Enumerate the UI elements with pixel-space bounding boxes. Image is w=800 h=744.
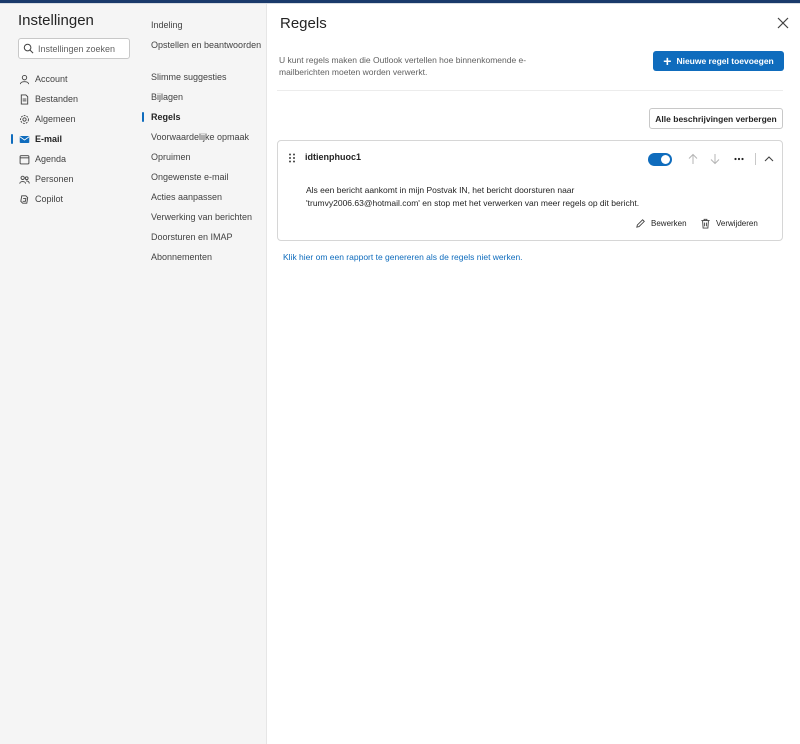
arrow-up-icon[interactable] — [687, 153, 699, 165]
nav-item-label: Copilot — [35, 194, 64, 204]
settings-title: Instellingen — [18, 12, 94, 29]
rule-enabled-toggle[interactable] — [648, 153, 672, 166]
settings-search-input[interactable] — [38, 43, 128, 54]
nav-item-label: Algemeen — [35, 114, 76, 124]
rules-description: U kunt regels maken die Outlook vertelle… — [279, 55, 527, 77]
copilot-icon — [19, 194, 30, 205]
nav-item-files[interactable]: Bestanden — [0, 89, 138, 109]
nav-item-email[interactable]: E-mail — [0, 129, 138, 149]
pencil-icon — [636, 219, 645, 228]
nav-item-label: Personen — [35, 174, 74, 184]
toolbar-separator — [755, 153, 756, 165]
nav-item-people[interactable]: Personen — [0, 169, 138, 189]
subnav-item-sweep[interactable]: Opruimen — [151, 151, 263, 163]
rule-card: idtienphuoc1 Als een bericht aankomt in … — [277, 140, 783, 241]
toggle-knob — [661, 155, 670, 164]
settings-sidebar: Instellingen Account Bestanden Algemeen … — [0, 4, 138, 744]
nav-item-calendar[interactable]: Agenda — [0, 149, 138, 169]
app-header-bar — [0, 0, 800, 3]
people-icon — [19, 174, 30, 185]
arrow-down-icon[interactable] — [709, 153, 721, 165]
email-subnav: Indeling Opstellen en beantwoorden Slimm… — [138, 4, 267, 744]
hide-all-descriptions-button[interactable]: Alle beschrijvingen verbergen — [649, 108, 783, 129]
rules-pane: Regels U kunt regels maken die Outlook v… — [267, 4, 800, 744]
drag-handle-icon[interactable] — [288, 153, 296, 163]
nav-item-label: Agenda — [35, 154, 67, 164]
settings-search-box[interactable] — [18, 38, 130, 59]
rule-name: idtienphuoc1 — [305, 152, 361, 162]
page-title: Regels — [280, 15, 327, 32]
delete-rule-button[interactable]: Verwijderen — [700, 218, 758, 229]
edit-rule-label: Bewerken — [651, 219, 687, 228]
gear-icon — [19, 114, 30, 125]
rule-description: Als een bericht aankomt in mijn Postvak … — [306, 185, 640, 208]
subnav-item-conditional-formatting[interactable]: Voorwaardelijke opmaak — [151, 131, 263, 143]
nav-item-copilot[interactable]: Copilot — [0, 189, 138, 209]
nav-item-label: Bestanden — [35, 94, 79, 104]
add-new-rule-button[interactable]: + Nieuwe regel toevoegen — [653, 51, 784, 71]
mail-icon — [19, 134, 30, 145]
trash-icon — [701, 218, 710, 229]
delete-rule-label: Verwijderen — [716, 219, 758, 228]
subnav-item-message-handling[interactable]: Verwerking van berichten — [151, 211, 263, 223]
subnav-item-compose-reply[interactable]: Opstellen en beantwoorden — [151, 39, 263, 51]
edit-rule-button[interactable]: Bewerken — [635, 218, 687, 229]
calendar-icon — [19, 154, 30, 165]
settings-nav-list: Account Bestanden Algemeen E-mail Agenda… — [0, 69, 138, 209]
nav-item-general[interactable]: Algemeen — [0, 109, 138, 129]
generate-report-link[interactable]: Klik hier om een rapport te genereren al… — [283, 252, 523, 262]
subnav-item-smart-suggestions[interactable]: Slimme suggesties — [151, 71, 263, 83]
subnav-item-forwarding-imap[interactable]: Doorsturen en IMAP — [151, 231, 263, 243]
subnav-item-layout[interactable]: Indeling — [151, 19, 263, 31]
settings-dialog: Instellingen Account Bestanden Algemeen … — [0, 4, 800, 744]
close-icon[interactable] — [776, 16, 790, 30]
search-icon — [23, 43, 34, 54]
document-icon — [19, 93, 30, 105]
chevron-up-icon[interactable] — [763, 153, 775, 165]
subnav-item-subscriptions[interactable]: Abonnementen — [151, 251, 263, 263]
subnav-item-rules[interactable]: Regels — [142, 111, 263, 123]
nav-item-label: Account — [35, 74, 68, 84]
person-icon — [19, 74, 30, 85]
subnav-item-customize-actions[interactable]: Acties aanpassen — [151, 191, 263, 203]
subnav-item-junk-email[interactable]: Ongewenste e-mail — [151, 171, 263, 183]
nav-item-account[interactable]: Account — [0, 69, 138, 89]
more-options-icon[interactable] — [733, 153, 745, 165]
section-divider — [277, 90, 783, 91]
subnav-item-attachments[interactable]: Bijlagen — [151, 91, 263, 103]
nav-item-label: E-mail — [35, 134, 63, 144]
plus-icon: + — [663, 53, 672, 69]
add-new-rule-label: Nieuwe regel toevoegen — [676, 56, 774, 66]
